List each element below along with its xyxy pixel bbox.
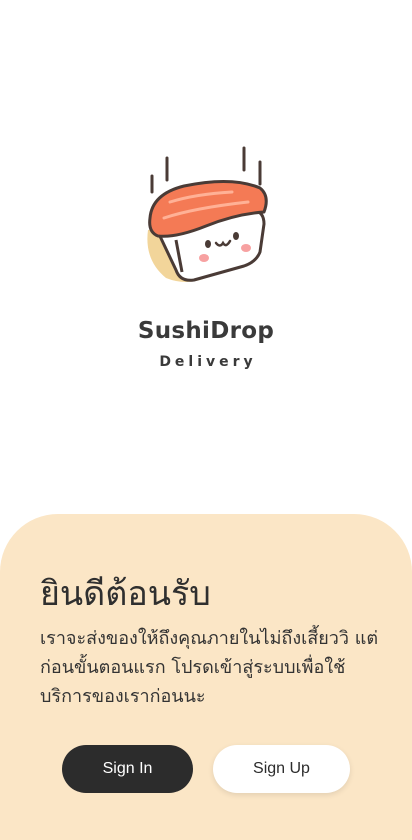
welcome-title: ยินดีต้อนรับ: [40, 574, 211, 614]
sushi-mascot-icon: [147, 146, 268, 282]
sign-in-button[interactable]: Sign In: [62, 745, 193, 793]
welcome-message: เราจะส่งของให้ถึงคุณภายในไม่ถึงเสี้ยววิ …: [40, 628, 379, 707]
brand-name: SushiDrop: [137, 318, 275, 344]
sign-up-button[interactable]: Sign Up: [213, 745, 350, 793]
brand-tagline: Delivery: [159, 354, 257, 370]
logo: [136, 140, 276, 290]
